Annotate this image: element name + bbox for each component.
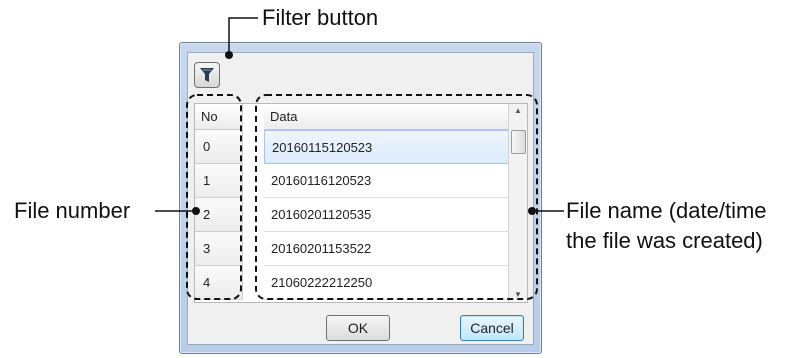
callout-filter-button: Filter button bbox=[262, 5, 379, 30]
scroll-up-arrow-icon[interactable]: ▲ bbox=[509, 104, 527, 118]
row-number[interactable]: 2 bbox=[195, 198, 243, 232]
vertical-scrollbar[interactable]: ▲ ▼ bbox=[508, 104, 527, 302]
row-file-name[interactable]: 20160116120523 bbox=[264, 164, 510, 198]
column-header-data[interactable]: Data bbox=[264, 104, 510, 130]
callout-file-name-line1: File name (date/time bbox=[566, 198, 767, 223]
row-file-name[interactable]: 20160201153522 bbox=[264, 232, 510, 266]
scroll-down-arrow-icon[interactable]: ▼ bbox=[509, 288, 527, 302]
file-select-dialog: No Data 0 20160115120523 1 2016011612052… bbox=[179, 42, 542, 354]
filter-button[interactable] bbox=[194, 62, 220, 88]
row-number[interactable]: 3 bbox=[195, 232, 243, 266]
column-header-no[interactable]: No bbox=[195, 104, 243, 130]
cancel-button[interactable]: Cancel bbox=[460, 315, 524, 341]
row-file-name[interactable]: 21060222212250 bbox=[264, 266, 510, 300]
ok-button[interactable]: OK bbox=[326, 315, 390, 341]
file-list: No Data 0 20160115120523 1 2016011612052… bbox=[194, 103, 528, 303]
filter-funnel-icon bbox=[200, 68, 214, 82]
row-file-name[interactable]: 20160201120535 bbox=[264, 198, 510, 232]
row-number[interactable]: 0 bbox=[195, 130, 243, 164]
scroll-thumb[interactable] bbox=[511, 130, 526, 154]
row-number[interactable]: 4 bbox=[195, 266, 243, 300]
row-number[interactable]: 1 bbox=[195, 164, 243, 198]
dialog-body: No Data 0 20160115120523 1 2016011612052… bbox=[187, 52, 534, 345]
callout-file-number: File number bbox=[14, 198, 131, 223]
row-file-name[interactable]: 20160115120523 bbox=[264, 130, 510, 164]
callout-file-name-line2: the file was created) bbox=[566, 228, 763, 253]
